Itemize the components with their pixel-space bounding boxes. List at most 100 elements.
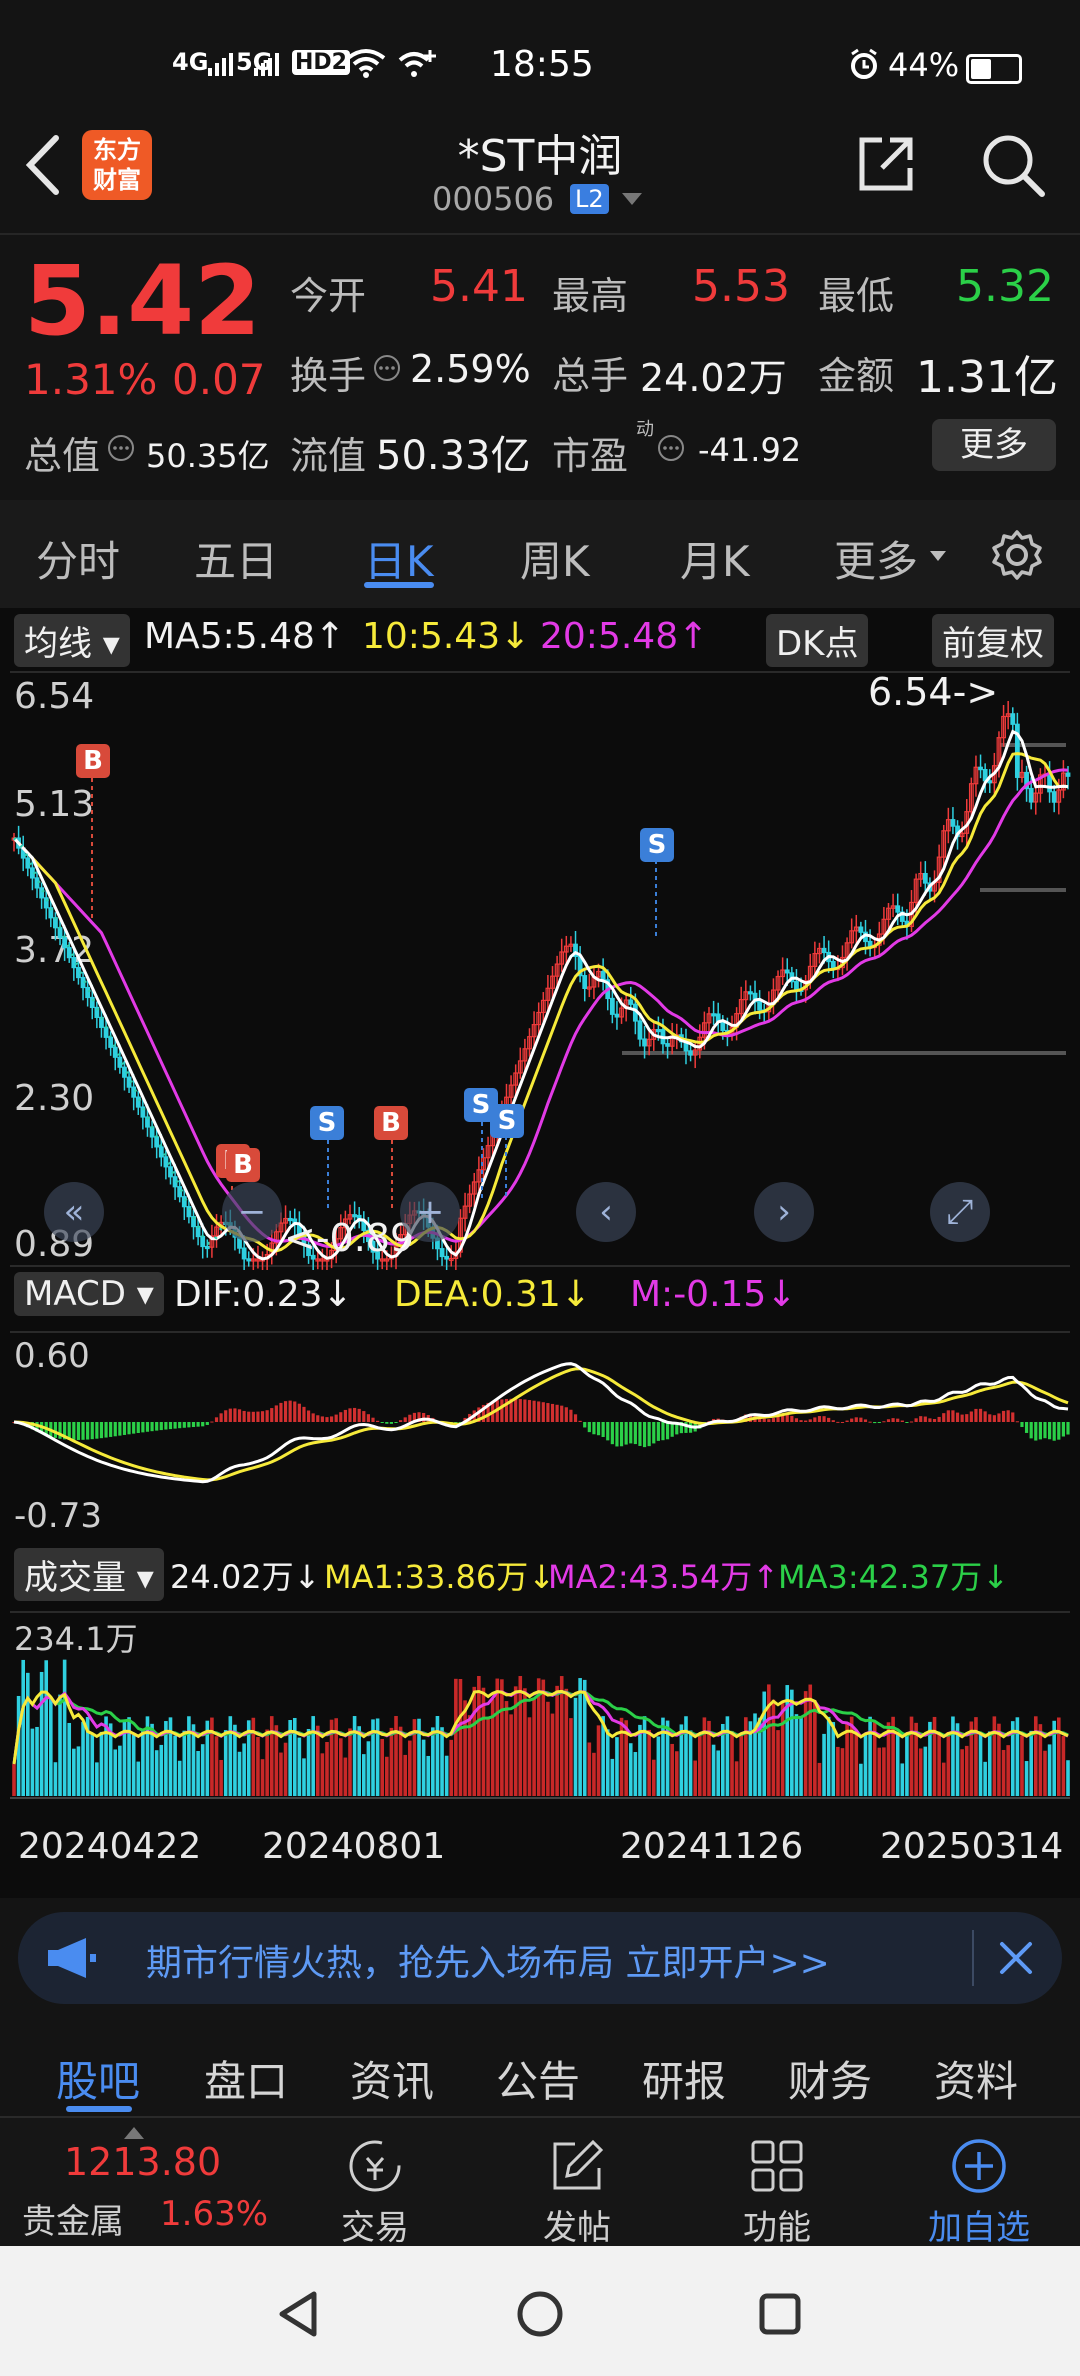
buy-marker[interactable]: B [76, 744, 110, 778]
macd-bar [965, 1414, 969, 1422]
info-icon[interactable] [656, 433, 686, 467]
macd-bar [224, 1410, 228, 1422]
tab-daily-k[interactable]: 日K [364, 528, 434, 589]
macd-bar [808, 1419, 812, 1422]
scroll-right-button[interactable]: › [754, 1182, 814, 1242]
macd-bar [923, 1416, 927, 1422]
tab-order-book[interactable]: 盘口 [204, 2048, 288, 2109]
candle-body [149, 1126, 155, 1138]
macd-bar [357, 1408, 361, 1422]
macd-bar [251, 1411, 255, 1422]
promo-text[interactable]: 期市行情火热，抢先入场布局 立即开户>> [146, 1934, 830, 1986]
tab-five-day[interactable]: 五日 [194, 528, 278, 589]
kline-chart-area[interactable]: 均线 ▾ MA5:5.48↑ 10:5.43↓ 20:5.48↑ DK点 前复权… [0, 608, 1080, 1898]
macd-bar [877, 1422, 881, 1423]
macd-bar [109, 1422, 113, 1437]
candle-body [112, 1046, 118, 1058]
tab-monthly-k[interactable]: 月K [680, 528, 750, 589]
volume-bar [661, 1717, 665, 1796]
volume-bar [210, 1717, 214, 1796]
fast-backward-button[interactable]: « [44, 1182, 104, 1242]
tab-more[interactable]: 更多 [834, 528, 918, 589]
promo-banner[interactable]: 期市行情火热，抢先入场布局 立即开户>> [18, 1912, 1062, 2004]
candle-body [609, 997, 615, 1015]
chevron-down-icon[interactable] [622, 192, 642, 211]
volume-bar [932, 1716, 937, 1796]
volume-bar [302, 1758, 306, 1796]
volume-bar [72, 1748, 76, 1796]
nav-recents-icon[interactable] [758, 2292, 802, 2340]
precious-metal-ticker[interactable]: 1213.80 贵金属 1.63% [0, 2118, 270, 2248]
volume-bar [831, 1722, 836, 1796]
macd-bar [1047, 1422, 1052, 1440]
gear-icon[interactable] [990, 528, 1044, 586]
macd-bar [265, 1410, 269, 1422]
volume-bar [366, 1741, 371, 1796]
tab-research[interactable]: 研报 [642, 2048, 726, 2109]
buy-marker[interactable]: B [226, 1148, 260, 1182]
functions-button[interactable]: 功能 [692, 2118, 862, 2248]
tab-weekly-k[interactable]: 周K [520, 528, 590, 589]
volume-bar [550, 1713, 555, 1796]
volume-bar [279, 1752, 283, 1796]
macd-bar [785, 1414, 789, 1422]
level2-badge[interactable]: L2 [570, 184, 609, 214]
macd-bar [799, 1420, 803, 1422]
scroll-left-button[interactable]: ‹ [576, 1182, 636, 1242]
macd-selector[interactable]: MACD ▾ [14, 1272, 164, 1316]
macd-bar [274, 1405, 278, 1422]
close-icon[interactable] [998, 1940, 1034, 1980]
macd-bar [53, 1422, 58, 1438]
post-button[interactable]: 发帖 [492, 2118, 662, 2248]
tab-forum[interactable]: 股吧 [56, 2048, 140, 2109]
macd-bar [596, 1422, 601, 1436]
fullscreen-button[interactable]: ⤢ [930, 1182, 990, 1242]
volume-bar [628, 1743, 633, 1796]
dk-point-button[interactable]: DK点 [766, 614, 869, 667]
tab-announcements[interactable]: 公告 [496, 2048, 580, 2109]
candle-body [922, 872, 928, 884]
share-icon[interactable] [854, 132, 918, 200]
nav-home-icon[interactable] [516, 2290, 564, 2342]
nav-back-icon[interactable] [276, 2290, 320, 2342]
chevron-down-icon[interactable] [930, 548, 946, 567]
macd-bar [1052, 1422, 1056, 1441]
sell-marker[interactable]: S [310, 1106, 344, 1140]
volume-bar [734, 1761, 739, 1796]
volume-bar [1024, 1761, 1029, 1796]
info-icon[interactable] [106, 433, 136, 467]
volume-bar [555, 1685, 559, 1796]
add-watchlist-button[interactable]: 加自选 [894, 2118, 1064, 2248]
volume-selector[interactable]: 成交量 ▾ [14, 1548, 164, 1601]
macd-bar [214, 1417, 219, 1422]
trade-button[interactable]: 交易 [290, 2118, 460, 2248]
more-button[interactable]: 更多 [932, 419, 1056, 471]
metal-percent: 1.63% [160, 2194, 269, 2234]
ma-selector[interactable]: 均线 ▾ [14, 614, 130, 667]
volume-bar [541, 1679, 546, 1796]
volume-bar [357, 1726, 361, 1796]
candle-body [1028, 787, 1034, 803]
zoom-out-button[interactable]: − [222, 1182, 282, 1242]
tab-profile[interactable]: 资料 [934, 2048, 1018, 2109]
functions-label: 功能 [743, 2208, 811, 2248]
volume-bar [58, 1694, 62, 1796]
volume-bar [587, 1742, 592, 1796]
sell-marker[interactable]: S [490, 1104, 524, 1138]
macd-bar [652, 1422, 656, 1444]
search-icon[interactable] [978, 130, 1048, 204]
macd-bar [394, 1422, 398, 1423]
volume-bar [39, 1671, 44, 1796]
tab-intraday[interactable]: 分时 [36, 528, 120, 589]
info-icon[interactable] [372, 353, 402, 387]
change-percent: 1.31% [24, 355, 158, 404]
sell-marker[interactable]: S [640, 828, 674, 862]
zoom-in-button[interactable]: + [400, 1182, 460, 1242]
buy-marker[interactable]: B [374, 1106, 408, 1140]
volume-bar [26, 1672, 30, 1796]
volume-bar [269, 1716, 274, 1796]
adjust-button[interactable]: 前复权 [932, 614, 1054, 667]
tab-financials[interactable]: 财务 [788, 2048, 872, 2109]
tab-news[interactable]: 资讯 [350, 2048, 434, 2109]
macd-bar [642, 1422, 647, 1448]
